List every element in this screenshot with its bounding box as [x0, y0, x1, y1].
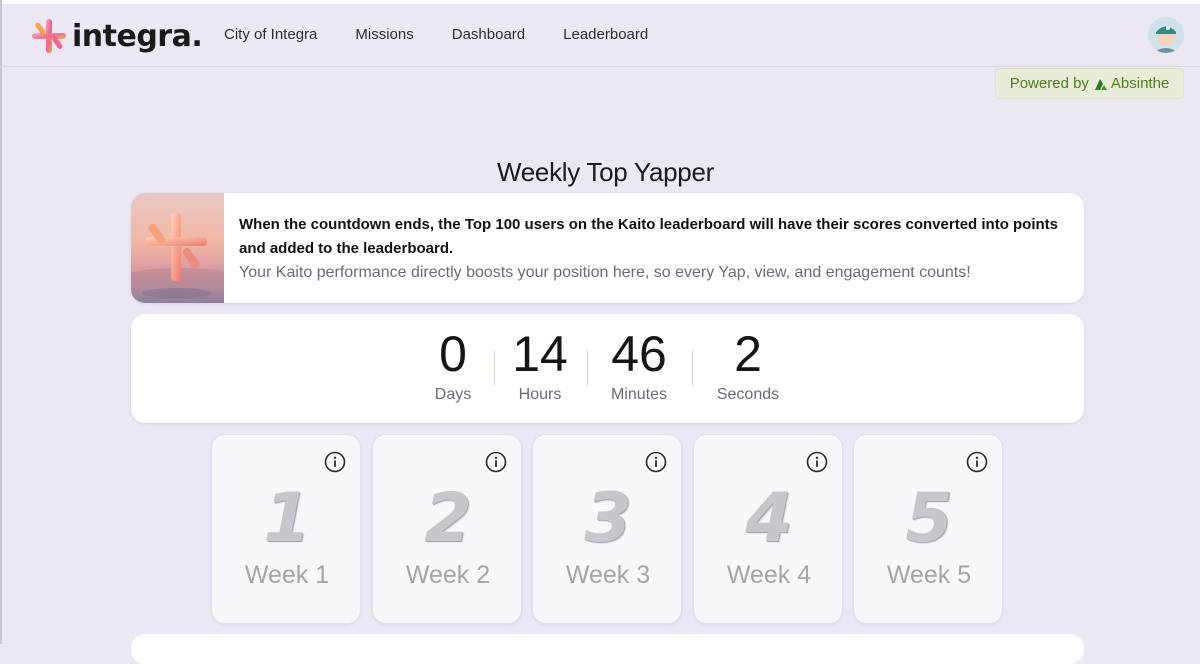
nav-item-dashboard[interactable]: Dashboard	[452, 26, 525, 43]
powered-by-text: Powered by	[1009, 75, 1089, 92]
week-card-2[interactable]: 2 Week 2	[372, 434, 522, 624]
week-card-3[interactable]: 3 Week 3	[532, 434, 682, 624]
week-label: Week 2	[405, 561, 491, 589]
week-number: 4	[745, 479, 793, 558]
hero-image	[131, 193, 224, 303]
leaderboard-card-partial	[131, 634, 1084, 664]
main-nav: City of Integra Missions Dashboard Leade…	[224, 26, 686, 43]
info-icon[interactable]	[485, 451, 507, 473]
info-icon[interactable]	[324, 451, 346, 473]
page-title: Weekly Top Yapper	[496, 157, 714, 187]
week-number: 1	[263, 479, 311, 558]
countdown-days-value: 0	[439, 326, 467, 382]
countdown-minutes: 46 Minutes	[597, 326, 681, 406]
week-card-5[interactable]: 5 Week 5	[853, 434, 1003, 624]
info-icon[interactable]	[806, 451, 828, 473]
countdown-hours-label: Hours	[518, 386, 562, 403]
countdown-seconds-value: 2	[734, 326, 762, 382]
week-number: 3	[584, 479, 632, 558]
integra-logo-icon	[32, 19, 66, 53]
nav-item-leaderboard[interactable]: Leaderboard	[563, 26, 648, 43]
week-card-4[interactable]: 4 Week 4	[693, 434, 843, 624]
countdown-hours-value: 14	[512, 326, 568, 382]
info-icon[interactable]	[966, 451, 988, 473]
top-navigation-bar: integra. City of Integra Missions Dashbo…	[0, 4, 1200, 67]
integra-logo[interactable]: integra.	[30, 16, 203, 56]
window-edge	[0, 0, 2, 644]
info-icon[interactable]	[645, 451, 667, 473]
countdown-days-label: Days	[434, 386, 472, 403]
powered-by-brand: Absinthe	[1110, 75, 1170, 92]
powered-by-badge[interactable]: Powered by Absinthe	[995, 68, 1184, 99]
nav-item-missions[interactable]: Missions	[355, 26, 413, 43]
info-card: When the countdown ends, the Top 100 use…	[131, 193, 1084, 303]
countdown-days: 0 Days	[422, 326, 484, 406]
countdown-minutes-value: 46	[611, 326, 667, 382]
avatar-image	[1148, 17, 1184, 53]
countdown-seconds: 2 Seconds	[702, 326, 794, 406]
absinthe-logo-icon	[1094, 78, 1107, 90]
info-headline: When the countdown ends, the Top 100 use…	[239, 216, 1059, 257]
user-avatar[interactable]	[1148, 17, 1184, 53]
countdown-divider	[587, 350, 588, 386]
week-number: 5	[905, 479, 953, 558]
week-number: 2	[424, 479, 472, 558]
nav-item-city-of-integra[interactable]: City of Integra	[224, 26, 317, 43]
countdown-divider	[692, 350, 693, 386]
week-label: Week 5	[886, 561, 972, 589]
logo-text: integra.	[72, 18, 203, 54]
week-label: Week 1	[244, 561, 330, 589]
week-label: Week 3	[565, 561, 651, 589]
countdown-minutes-label: Minutes	[610, 386, 668, 403]
countdown-hours: 14 Hours	[504, 326, 576, 406]
countdown-timer: 0 Days 14 Hours 46 Minutes 2 Seconds	[131, 314, 1084, 423]
week-label: Week 4	[726, 561, 812, 589]
countdown-divider	[494, 350, 495, 386]
countdown-seconds-label: Seconds	[716, 386, 780, 403]
info-subtext: Your Kaito performance directly boosts y…	[239, 264, 971, 281]
week-card-1[interactable]: 1 Week 1	[211, 434, 361, 624]
